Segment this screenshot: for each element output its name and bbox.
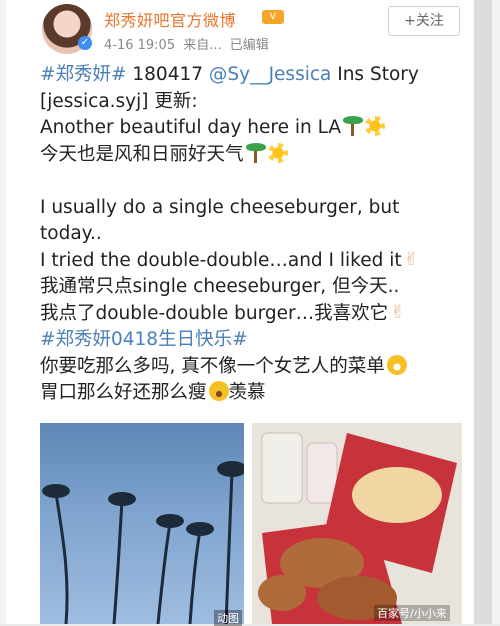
palm-tree-icon xyxy=(343,116,363,136)
watermark: 百家号/小小来 xyxy=(374,605,450,621)
burger-illustration xyxy=(252,423,462,624)
post-text: Ins Story xyxy=(331,64,419,85)
post-line: today.. xyxy=(40,223,102,244)
scroll-rail[interactable] xyxy=(474,0,492,624)
mention-link[interactable]: @Sy__Jessica xyxy=(209,64,331,85)
peace-hand-icon xyxy=(390,300,411,326)
follow-button[interactable]: +关注 xyxy=(388,6,460,36)
post-text: Another beautiful day here in LA xyxy=(40,117,341,138)
post-line: [jessica.syj] 更新: xyxy=(40,90,198,112)
post-text: 180417 xyxy=(126,64,209,85)
post-line: I tried the double-double…and I liked it xyxy=(40,247,470,275)
verified-badge-icon: ✓ xyxy=(78,36,92,50)
palm-tree-icon xyxy=(245,142,266,163)
post-text: 羡慕 xyxy=(228,382,266,403)
post-line: 我通常只点single cheeseburger, 但今天.. xyxy=(40,276,400,297)
post-line: 胃口那么好还那么瘦 羡慕 xyxy=(40,380,470,407)
cry-icon xyxy=(208,381,229,401)
post-line: 今天也是风和日丽好天气 xyxy=(40,142,470,169)
palm-trees-illustration xyxy=(42,461,244,624)
hashtag-link[interactable]: #郑秀妍# xyxy=(40,64,127,85)
post-line: 我点了double-double burger…我喜欢它 xyxy=(40,300,470,328)
post-text: I tried the double-double…and I liked it xyxy=(40,249,402,271)
palm-trees-photo[interactable] xyxy=(40,423,244,624)
sun-icon xyxy=(365,116,385,136)
post-source[interactable]: 来自... xyxy=(183,38,221,53)
hashtag-link[interactable]: #郑秀妍0418生日快乐# xyxy=(40,327,470,354)
post-line: 你要吃那么多吗, 真不像一个女艺人的菜单 xyxy=(40,354,470,381)
laugh-icon xyxy=(386,354,407,375)
peace-hand-icon xyxy=(403,247,424,273)
post-line: #郑秀妍# 180417 @Sy__Jessica Ins Story xyxy=(40,62,470,89)
post-text: 胃口那么好还那么瘦 xyxy=(40,382,207,403)
sun-icon xyxy=(267,142,288,163)
post-date: 4-16 19:05 xyxy=(104,38,176,53)
burger-photo[interactable] xyxy=(252,423,462,624)
post-body: #郑秀妍# 180417 @Sy__Jessica Ins Story [jes… xyxy=(40,62,470,407)
post-text: 你要吃那么多吗, 真不像一个女艺人的菜单 xyxy=(40,355,385,377)
author-name[interactable]: 郑秀妍吧官方微博 xyxy=(104,7,236,31)
post-line: Another beautiful day here in LA xyxy=(40,115,470,142)
post-meta: 4-16 19:05 来自... 已编辑 xyxy=(104,34,273,53)
vip-icon: V xyxy=(262,10,284,24)
edited-label[interactable]: 已编辑 xyxy=(230,38,269,53)
post-line: I usually do a single cheeseburger, but xyxy=(40,196,400,218)
weibo-screen: ✓ 郑秀妍吧官方微博 V 4-16 19:05 来自... 已编辑 +关注 #郑… xyxy=(0,0,500,626)
post-text: 今天也是风和日丽好天气 xyxy=(40,143,244,165)
post-text: 我点了double-double burger…我喜欢它 xyxy=(40,302,389,324)
